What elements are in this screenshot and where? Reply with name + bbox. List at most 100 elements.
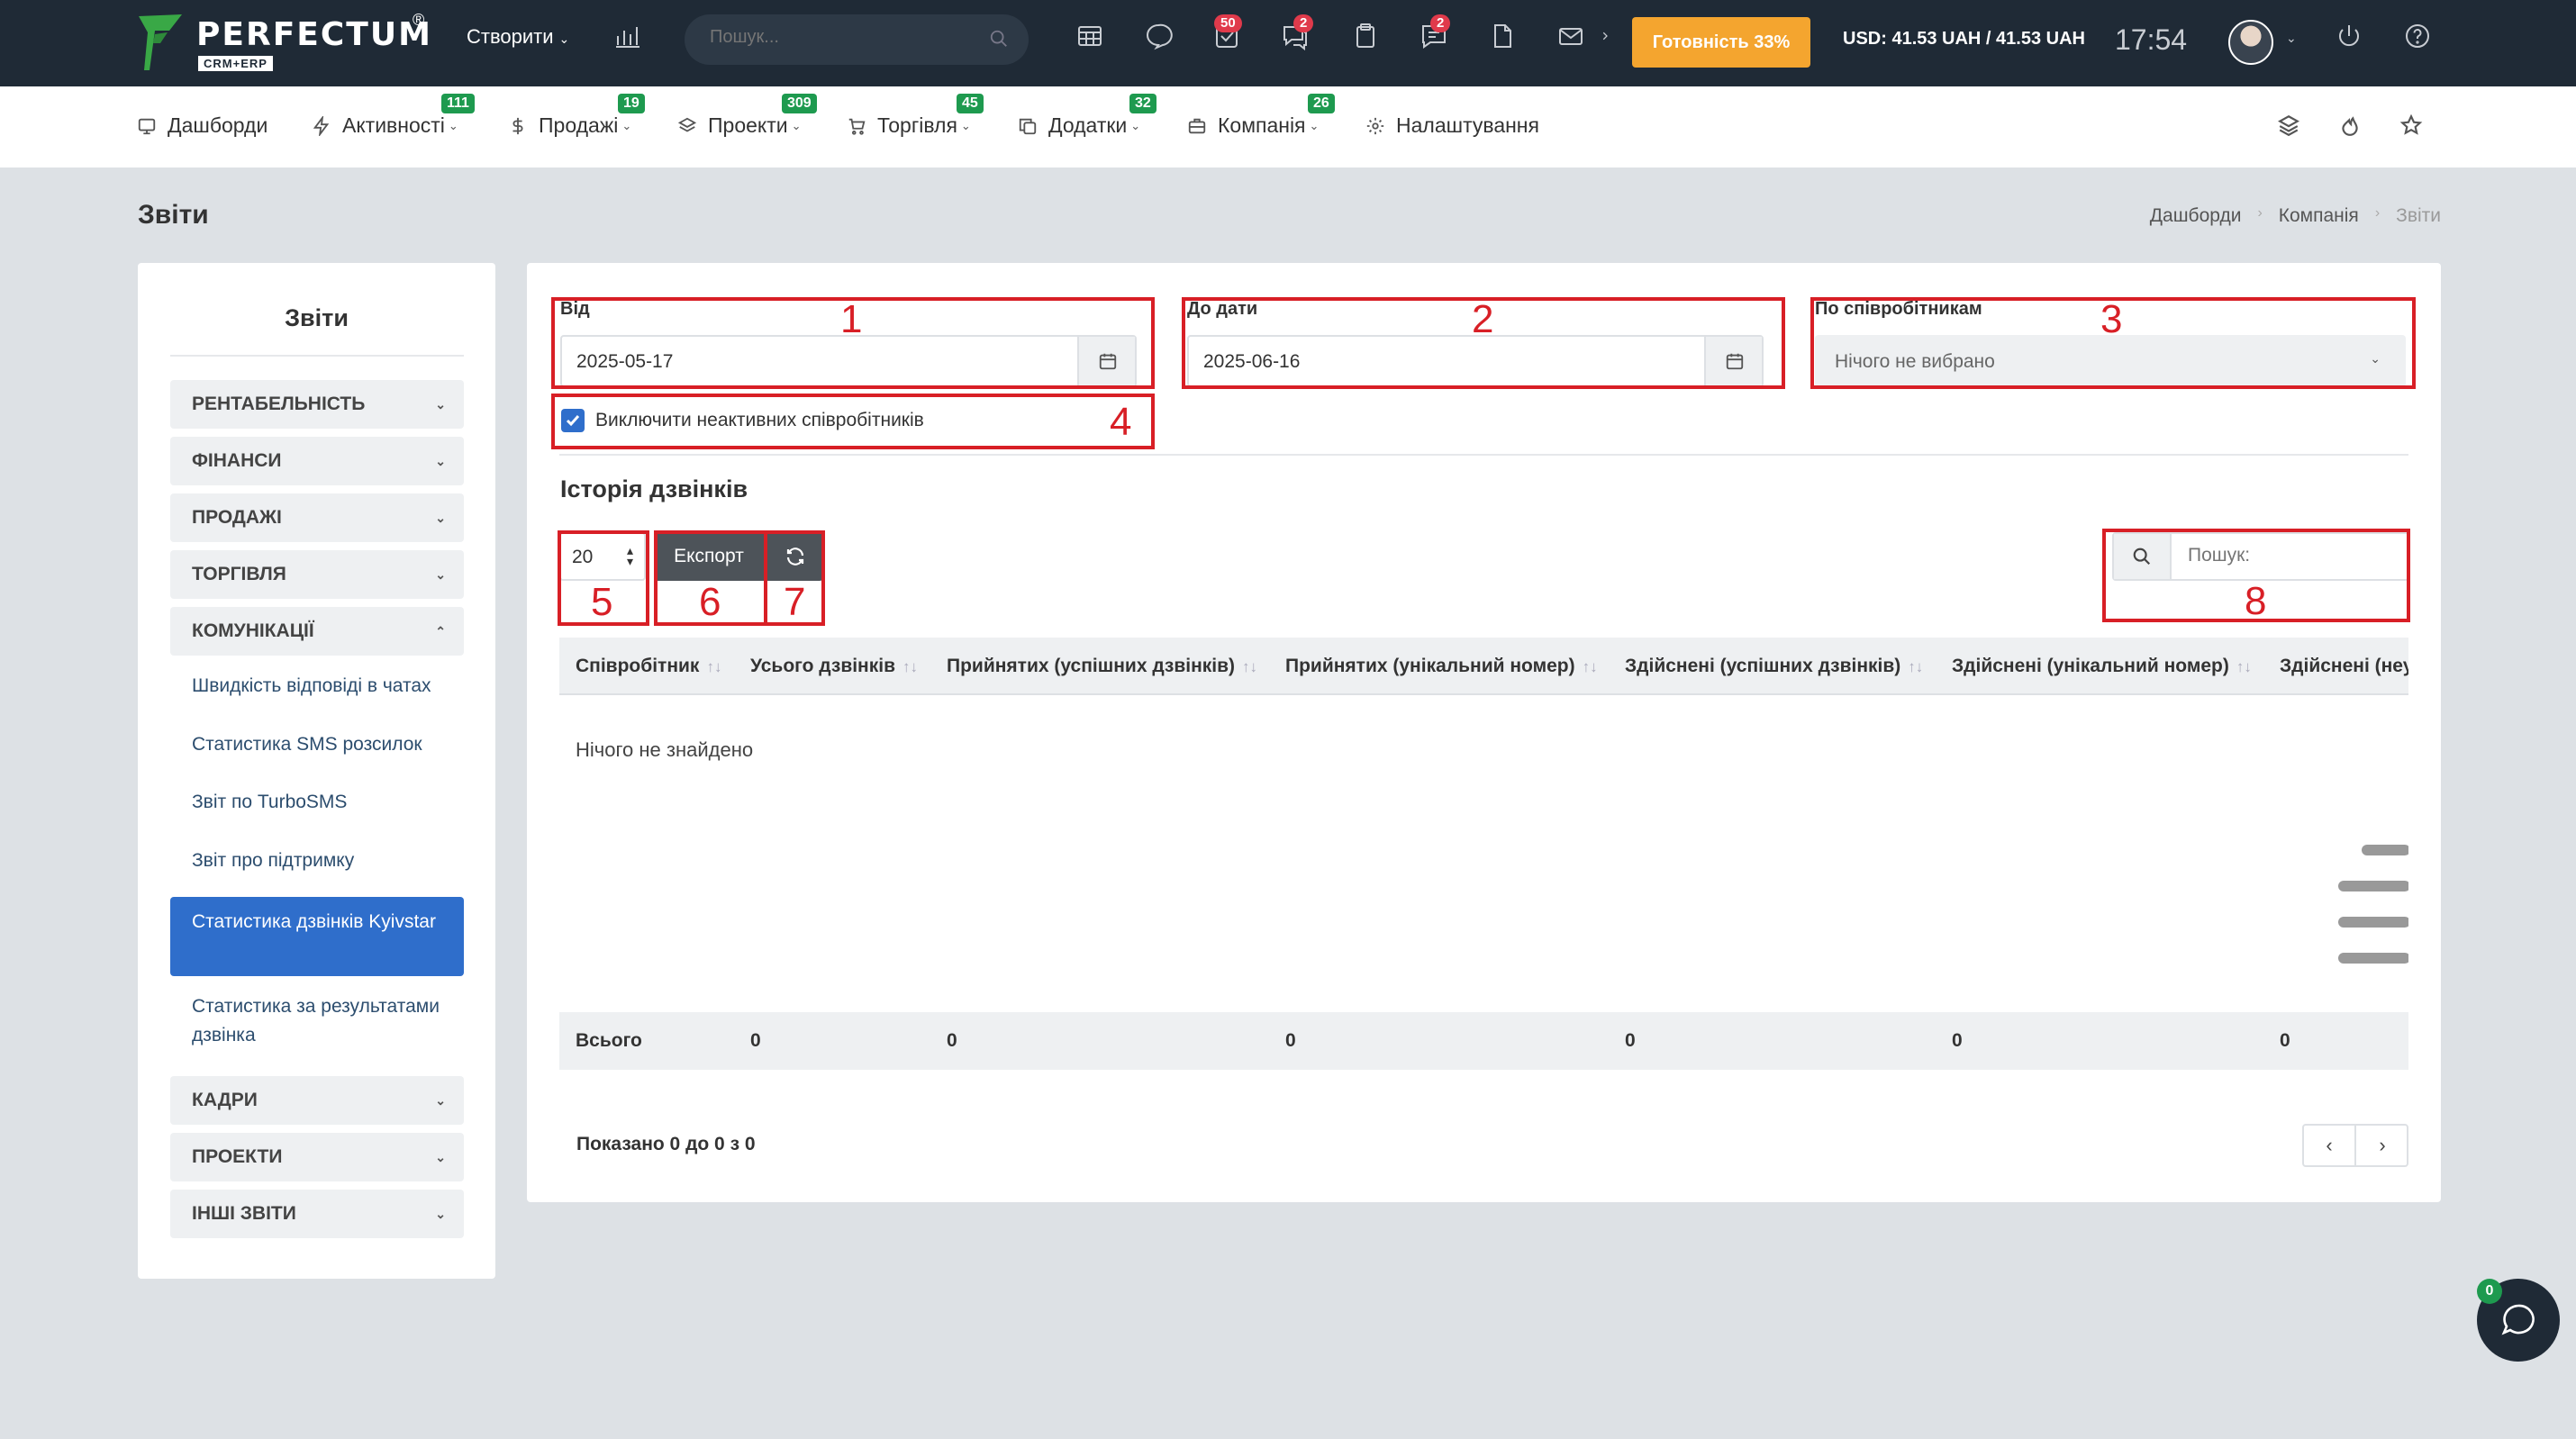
- chevron-down-icon: ⌄: [435, 1093, 446, 1108]
- star-icon[interactable]: [2399, 113, 2426, 140]
- sidebar-link-turbosms[interactable]: Звіт по TurboSMS: [192, 788, 462, 817]
- sidebar-link-call-results[interactable]: Статистика за результатами дзвінка: [192, 992, 462, 1050]
- document-icon[interactable]: [1488, 22, 1528, 61]
- column-label: Співробітник: [576, 656, 700, 676]
- tasks-badge: 50: [1214, 14, 1242, 32]
- user-avatar[interactable]: [2228, 20, 2273, 65]
- cart-icon: [848, 118, 866, 135]
- spinner-bar: [2338, 881, 2408, 891]
- help-icon[interactable]: [2403, 22, 2443, 61]
- sidebar-link-kyivstar-active[interactable]: Статистика дзвінків Kyivstar: [170, 897, 464, 976]
- readiness-button[interactable]: Готовність 33%: [1632, 17, 1810, 68]
- chevron-right-icon[interactable]: [1598, 22, 1616, 61]
- global-search-input[interactable]: [710, 27, 980, 48]
- sidebar-category-other[interactable]: ІНШІ ЗВІТИ ⌄: [170, 1190, 464, 1238]
- chevron-down-icon: ⌄: [791, 118, 802, 132]
- annotation-number: 5: [591, 580, 613, 624]
- next-page-button[interactable]: ›: [2356, 1126, 2408, 1165]
- chevron-up-icon: ⌃: [435, 624, 446, 638]
- category-label: ІНШІ ЗВІТИ: [192, 1203, 296, 1224]
- column-total-calls[interactable]: Усього дзвінків ↑↓: [750, 656, 918, 677]
- calendar-table-icon[interactable]: [1075, 22, 1115, 61]
- chevron-down-icon: ⌄: [1309, 118, 1320, 132]
- nav-company[interactable]: Компанія ⌄ 26: [1187, 94, 1335, 138]
- fire-icon[interactable]: [2338, 113, 2365, 140]
- bar-chart-icon[interactable]: [612, 22, 652, 61]
- chevron-down-icon[interactable]: ⌄: [2286, 31, 2297, 46]
- category-label: ФІНАНСИ: [192, 450, 282, 471]
- chevron-down-icon: ⌄: [960, 118, 971, 132]
- sidebar-category-sales[interactable]: ПРОДАЖІ ⌄: [170, 493, 464, 542]
- logo[interactable]: PERFECTUM ® CRM+ERP: [137, 11, 434, 74]
- chevron-down-icon: ⌄: [558, 32, 570, 46]
- column-outgoing-unique[interactable]: Здійснені (унікальний номер) ↑↓: [1952, 656, 2252, 677]
- nav-settings[interactable]: Налаштування: [1365, 113, 1539, 138]
- column-label: Здійснені (успішних дзвінків): [1625, 656, 1901, 676]
- sidebar-link-support[interactable]: Звіт про підтримку: [192, 846, 462, 875]
- global-search[interactable]: [685, 14, 1029, 65]
- nav-addons[interactable]: Додатки ⌄ 32: [1018, 94, 1156, 138]
- column-accepted-unique[interactable]: Прийнятих (унікальний номер) ↑↓: [1285, 656, 1598, 677]
- prev-page-button[interactable]: ‹: [2304, 1126, 2356, 1165]
- reports-sidebar: Звіти РЕНТАБЕЛЬНІСТЬ ⌄ ФІНАНСИ ⌄ ПРОДАЖІ ⌄ …: [138, 263, 495, 1279]
- column-outgoing-success[interactable]: Здійснені (успішних дзвінків) ↑↓: [1625, 656, 1923, 677]
- create-label: Створити: [467, 25, 554, 48]
- column-employee[interactable]: Співробітник ↑↓: [576, 656, 721, 677]
- create-dropdown[interactable]: Створити ⌄: [467, 25, 569, 49]
- gear-icon: [1366, 117, 1384, 134]
- sidebar-category-trade[interactable]: ТОРГІВЛЯ ⌄: [170, 550, 464, 599]
- pagination: ‹ ›: [2302, 1124, 2408, 1167]
- annotation-number: 8: [2245, 579, 2267, 623]
- section-title: Історія дзвінків: [560, 475, 748, 502]
- chevron-down-icon: ⌄: [435, 1207, 446, 1221]
- main-nav: Дашборди Активності ⌄ 111 Продажі ⌄ 19 Про…: [0, 86, 2576, 167]
- breadcrumb-dashboards[interactable]: Дашборди: [2150, 205, 2242, 227]
- clipboard-icon[interactable]: [1351, 22, 1391, 61]
- nav-trade[interactable]: Торгівля ⌄ 45: [847, 94, 984, 138]
- sidebar-category-finance[interactable]: ФІНАНСИ ⌄: [170, 437, 464, 485]
- sort-icon: ↑↓: [706, 658, 722, 675]
- nav-label: Компанія: [1218, 113, 1306, 137]
- nav-badge: 32: [1129, 94, 1156, 113]
- column-accepted-success[interactable]: Прийнятих (успішних дзвінків) ↑↓: [947, 656, 1257, 677]
- nav-sales[interactable]: Продажі ⌄ 19: [508, 94, 645, 138]
- sidebar-category-communications[interactable]: КОМУНІКАЦІЇ ⌃: [170, 607, 464, 656]
- chevron-down-icon: ⌄: [435, 511, 446, 525]
- power-icon[interactable]: [2335, 22, 2374, 61]
- bolt-icon: [313, 115, 330, 136]
- mail-icon[interactable]: [1556, 22, 1596, 61]
- spinner-bar: [2362, 845, 2408, 855]
- layers-icon[interactable]: [2277, 113, 2304, 140]
- nav-projects[interactable]: Проекти ⌄ 309: [677, 94, 817, 138]
- category-label: ТОРГІВЛЯ: [192, 564, 286, 584]
- column-outgoing-failed[interactable]: Здійснені (неу: [2280, 656, 2408, 677]
- chat-bubble-icon[interactable]: [1144, 22, 1184, 61]
- page-title: Звіти: [138, 200, 209, 230]
- monitor-icon: [138, 118, 156, 134]
- sidebar-category-profitability[interactable]: РЕНТАБЕЛЬНІСТЬ ⌄: [170, 380, 464, 429]
- calls-table: Співробітник ↑↓ Усього дзвінків ↑↓ Прийнят…: [559, 638, 2408, 1070]
- category-label: РЕНТАБЕЛЬНІСТЬ: [192, 394, 366, 414]
- footer-cell: 0: [1952, 1030, 1963, 1051]
- nav-activities[interactable]: Активності ⌄ 111: [312, 94, 475, 138]
- sidebar-link-chat-response[interactable]: Швидкість відповіді в чатах: [192, 672, 462, 701]
- sort-icon: ↑↓: [1582, 658, 1598, 675]
- sidebar-link-sms-stats[interactable]: Статистика SMS розсилок: [192, 730, 462, 759]
- sort-icon: ↑↓: [1908, 658, 1924, 675]
- nav-label: Дашборди: [168, 113, 268, 137]
- messages-badge: 2: [1430, 14, 1451, 32]
- chevron-right-icon: ›: [2374, 205, 2381, 221]
- sidebar-title: Звіти: [285, 304, 349, 331]
- nav-label: Проекти: [708, 113, 788, 137]
- spinner-bar: [2338, 953, 2408, 964]
- category-label: КОМУНІКАЦІЇ: [192, 620, 314, 641]
- chevron-down-icon: ⌄: [435, 397, 446, 412]
- nav-dashboards[interactable]: Дашборди: [137, 113, 268, 138]
- breadcrumb-company[interactable]: Компанія: [2279, 205, 2359, 227]
- logo-leaf-icon: [139, 14, 182, 70]
- annotation-number: 2: [1472, 297, 1494, 341]
- sidebar-category-projects[interactable]: ПРОЕКТИ ⌄: [170, 1133, 464, 1181]
- sidebar-category-hr[interactable]: КАДРИ ⌄: [170, 1076, 464, 1125]
- sort-icon: ↑↓: [1242, 658, 1258, 675]
- chevron-down-icon: ⌄: [1130, 118, 1141, 132]
